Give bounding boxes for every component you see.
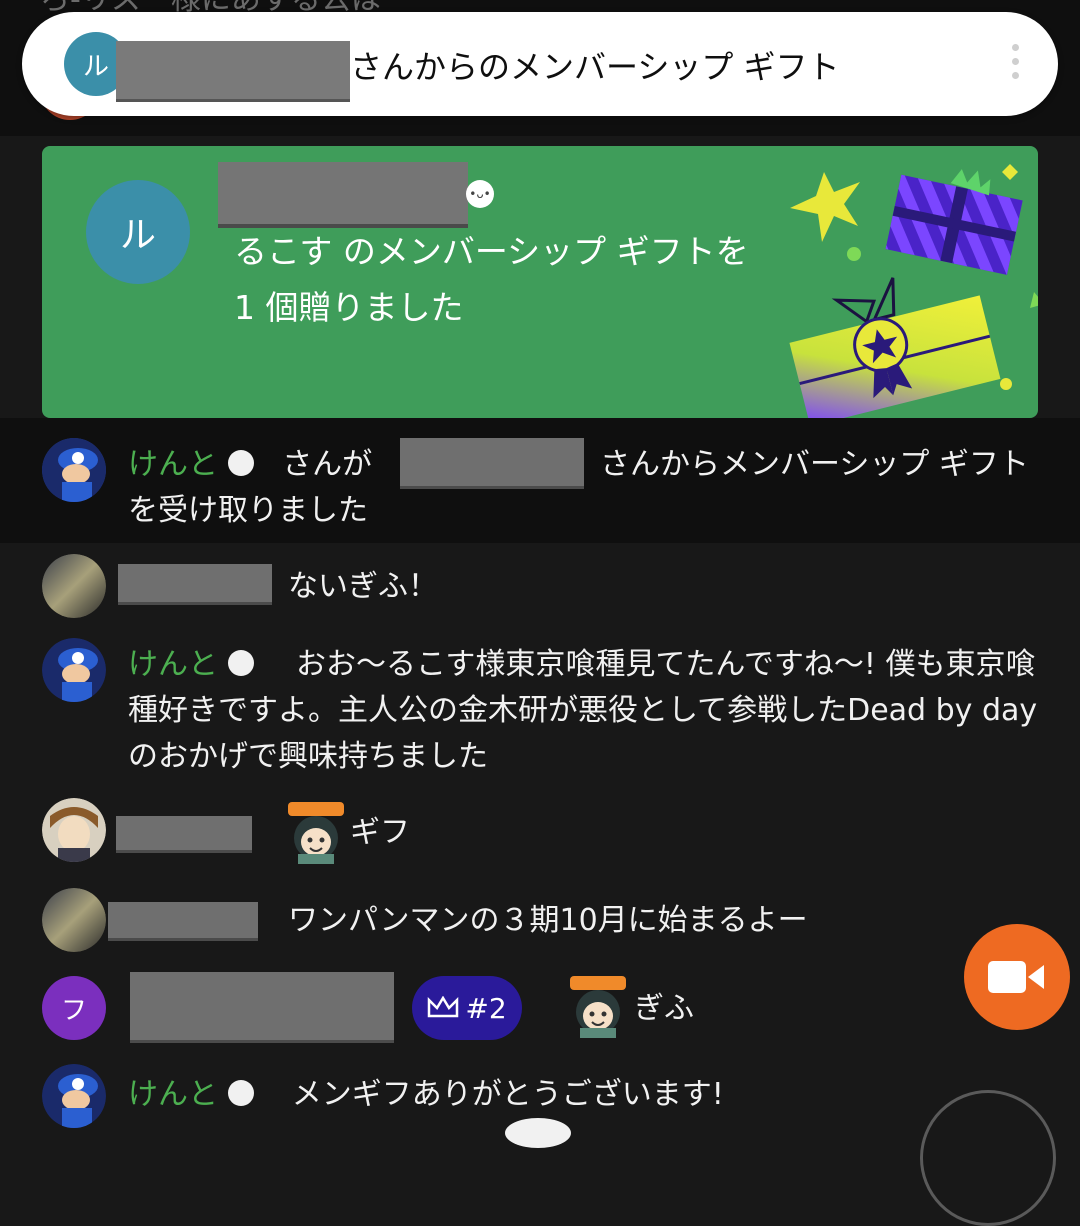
crown-icon — [428, 996, 459, 1018]
sticker-icon — [570, 976, 626, 1038]
gift-message: るこす のメンバーシップ ギフトを 1 個贈りました — [234, 232, 749, 327]
avatar[interactable] — [42, 798, 106, 862]
sticker-icon — [288, 802, 344, 864]
redacted-username — [108, 902, 258, 941]
gift-notification-banner[interactable]: ル さんからのメンバーシップ ギフト — [22, 12, 1058, 116]
avatar[interactable] — [42, 888, 106, 952]
message-text: さんからメンバーシップ ギフトを受け取りました — [128, 447, 1029, 528]
redacted-username — [218, 162, 468, 228]
avatar[interactable] — [42, 554, 106, 618]
list-item: けんと メンギフありがとうございます! — [128, 1072, 1038, 1118]
avatar[interactable] — [42, 438, 106, 502]
message-text: メンギフありがとうございます! — [291, 1077, 724, 1112]
message-text: ぎふ — [634, 991, 694, 1026]
redacted-username — [116, 816, 252, 853]
ribbon-star-icon — [789, 277, 1001, 418]
author-name[interactable]: けんと — [128, 1077, 218, 1112]
member-badge-icon — [227, 1079, 254, 1106]
star-icon — [790, 172, 860, 242]
more-options-icon[interactable] — [1010, 44, 1020, 84]
video-camera-button[interactable] — [964, 924, 1070, 1030]
avatar[interactable] — [42, 638, 106, 702]
member-badge-text: #2 — [465, 991, 507, 1025]
membership-gift-card[interactable]: ル •ᴗ• るこす のメンバーシップ ギフトを 1 個贈りました — [42, 146, 1038, 418]
avatar[interactable]: フ — [42, 976, 106, 1040]
scroll-down-button[interactable] — [920, 1090, 1056, 1226]
member-milestone-badge[interactable]: #2 — [412, 976, 522, 1040]
notification-text: さんからのメンバーシップ ギフト — [350, 48, 840, 86]
gifter-avatar: ル — [86, 180, 190, 284]
message-text: ギフ — [350, 815, 410, 850]
message-text: ないぎふ！ — [288, 569, 438, 604]
channel-badge-icon: •ᴗ• — [466, 180, 494, 208]
redacted-username — [130, 972, 394, 1043]
avatar[interactable] — [42, 1064, 106, 1128]
gift-illustration — [789, 164, 1038, 418]
video-camera-icon — [988, 961, 1044, 993]
message-text: おお〜るこす様東京喰種見てたんですね〜! 僕も東京喰種好きですよ。主人公の金木研… — [128, 647, 1038, 774]
message-text: ワンパンマンの３期10月に始まるよー — [288, 903, 808, 938]
redacted-username — [116, 41, 350, 102]
reaction-bubble[interactable] — [505, 1118, 571, 1148]
redacted-username — [118, 564, 272, 605]
